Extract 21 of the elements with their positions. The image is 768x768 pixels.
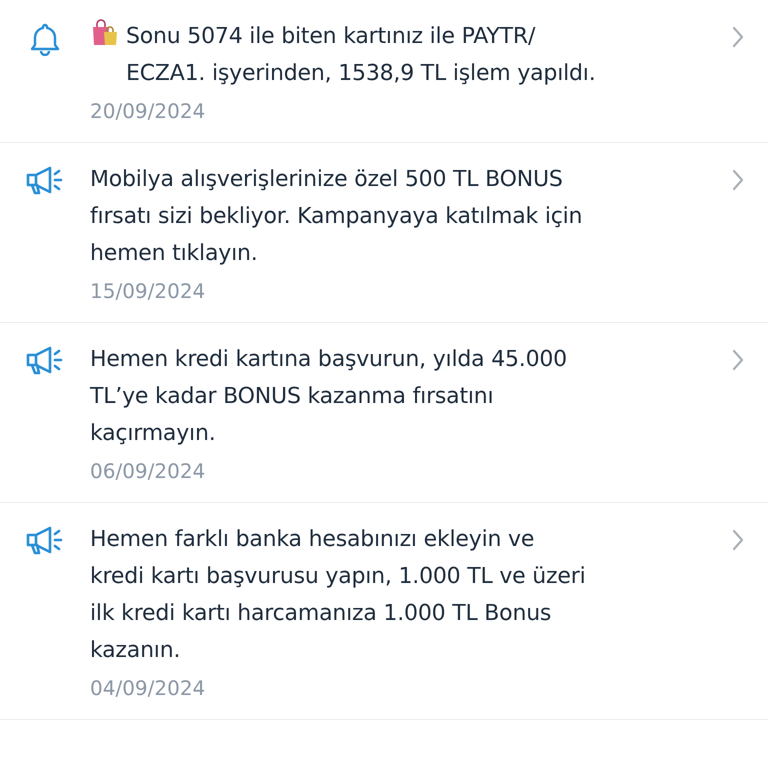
notification-item[interactable]: Sonu 5074 ile biten kartınız ile PAYTR/ ECZA1. işyerinden, 1538,9 TL işlem yapıldı. 20/09/2024 <box>0 0 768 143</box>
notification-item[interactable]: Hemen kredi kartına başvurun, yılda 45.000 TL’ye kadar BONUS kazanma fırsatını kaçırmayın. 06/09/2024 <box>0 323 768 503</box>
shopping-bags-icon <box>90 18 120 48</box>
notification-item[interactable]: Hemen farklı banka hesabınızı ekleyin ve kredi kartı başvurusu yapın, 1.000 TL ve üzeri ilk kredi kartı harcamanıza 1.000 TL Bonus kazanın. 04/09/2024 <box>0 503 768 720</box>
megaphone-icon <box>25 525 65 555</box>
notification-date: 04/09/2024 <box>90 675 206 702</box>
notification-date: 15/09/2024 <box>90 278 206 305</box>
notification-date: 06/09/2024 <box>90 458 206 485</box>
chevron-right-icon <box>732 529 744 551</box>
notification-message: Mobilya alışverişlerinize özel 500 TL BONUS fırsatı sizi bekliyor. Kampanyaya katılmak için hemen tıklayın. <box>90 166 582 268</box>
notification-date: 20/09/2024 <box>90 98 206 125</box>
bell-icon <box>29 22 61 56</box>
chevron-right-icon <box>732 26 744 48</box>
notification-item[interactable]: Mobilya alışverişlerinize özel 500 TL BONUS fırsatı sizi bekliyor. Kampanyaya katılmak için hemen tıklayın. 15/09/2024 <box>0 143 768 323</box>
megaphone-icon <box>25 345 65 375</box>
notification-message: Sonu 5074 ile biten kartınız ile PAYTR/ ECZA1. işyerinden, 1538,9 TL işlem yapıldı. <box>126 23 596 88</box>
chevron-right-icon <box>732 349 744 371</box>
notification-message: Hemen farklı banka hesabınızı ekleyin ve kredi kartı başvurusu yapın, 1.000 TL ve üzeri ilk kredi kartı harcamanıza 1.000 TL Bonus kazanın. <box>90 526 586 665</box>
chevron-right-icon <box>732 169 744 191</box>
notification-message: Hemen kredi kartına başvurun, yılda 45.000 TL’ye kadar BONUS kazanma fırsatını kaçırmayın. <box>90 346 567 448</box>
megaphone-icon <box>25 165 65 195</box>
